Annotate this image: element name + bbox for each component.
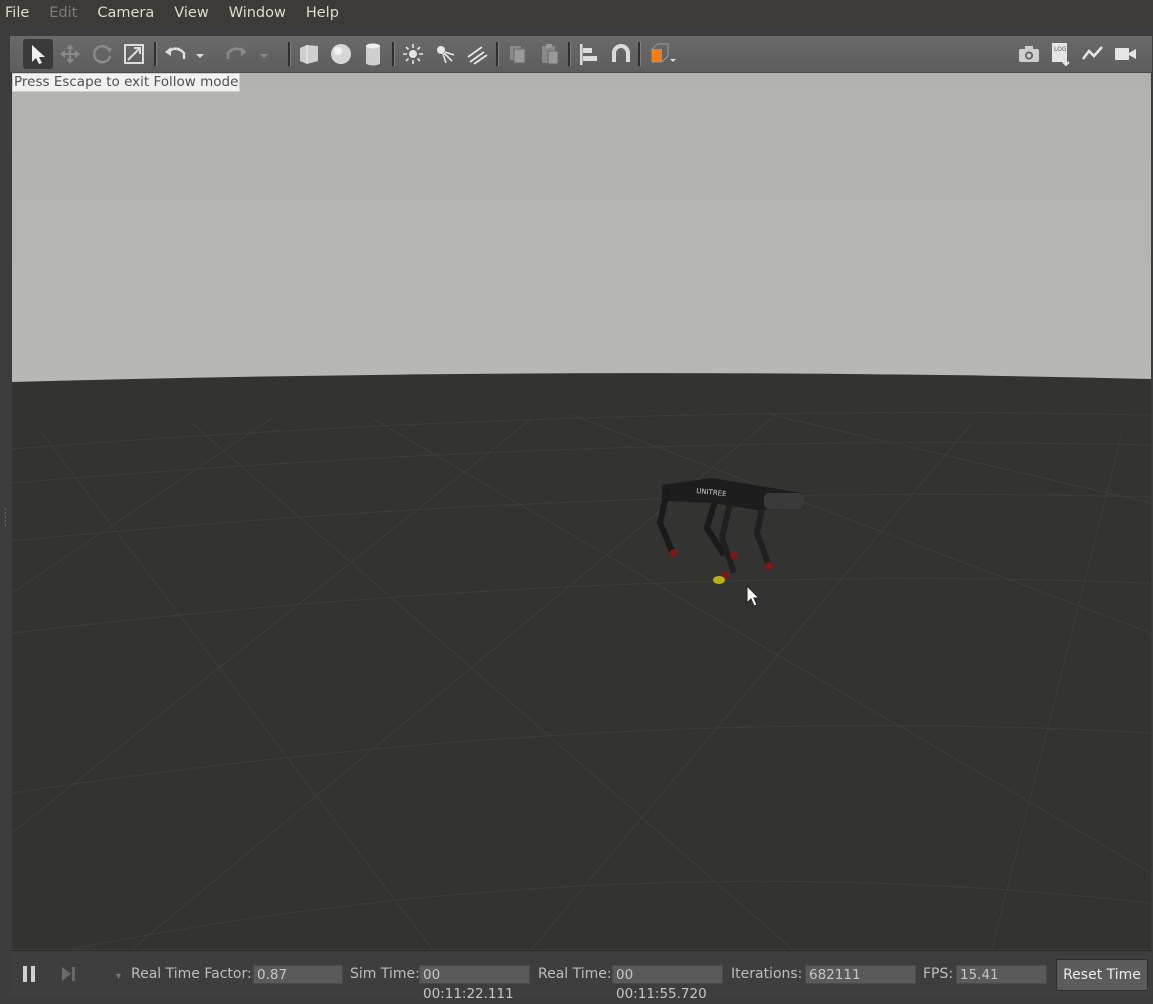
toolbar-separator: [154, 42, 157, 66]
point-light-icon[interactable]: [398, 39, 428, 69]
align-icon[interactable]: [574, 39, 604, 69]
snap-magnet-icon[interactable]: [606, 39, 636, 69]
scene-render: UNITREE: [12, 73, 1151, 949]
step-button[interactable]: [58, 964, 78, 984]
follow-mode-message: Press Escape to exit Follow mode: [12, 73, 241, 92]
sky: [12, 73, 1151, 383]
spot-light-icon[interactable]: [430, 39, 460, 69]
record-video-icon[interactable]: [1110, 39, 1140, 69]
scale-icon[interactable]: [119, 39, 149, 69]
scene-viewport[interactable]: UNITREE Press Escape to exit Follow mode: [12, 73, 1151, 949]
rotate-icon[interactable]: [87, 39, 117, 69]
box-shape-icon[interactable]: [294, 39, 324, 69]
copy-icon[interactable]: [502, 39, 532, 69]
view-angle-front-face: [652, 49, 662, 62]
paste-icon[interactable]: [534, 39, 564, 69]
menu-view[interactable]: View: [173, 5, 209, 21]
toolbar-separator: [568, 42, 571, 66]
real-time-field: 00 00:11:55.720: [612, 965, 723, 1002]
side-panel-handle[interactable]: · · · · ·: [4, 506, 8, 531]
directional-light-icon[interactable]: [462, 39, 492, 69]
menu-file[interactable]: File: [4, 5, 30, 21]
undo-icon[interactable]: [160, 39, 190, 69]
real-time-factor-field: 0.87: [253, 965, 343, 984]
pause-icon: [23, 966, 35, 982]
toolbar-separator: [638, 42, 641, 66]
sim-time-label: Sim Time:: [350, 966, 420, 982]
translate-icon[interactable]: [55, 39, 85, 69]
toolbar-separator: [496, 42, 499, 66]
screenshot-icon[interactable]: [1014, 39, 1044, 69]
fps-label: FPS:: [923, 966, 954, 982]
redo-dropdown-icon[interactable]: [256, 39, 272, 69]
toolbar-separator: [392, 42, 395, 66]
reset-time-button[interactable]: Reset Time: [1056, 959, 1148, 991]
ground-plane: [12, 373, 1151, 949]
iterations-label: Iterations:: [731, 966, 803, 982]
status-bar: ▾ Real Time Factor: 0.87 Sim Time: 00 00…: [10, 950, 1152, 1002]
real-time-label: Real Time:: [538, 966, 612, 982]
fps-field: 15.41: [956, 965, 1047, 984]
view-angle-icon[interactable]: [644, 39, 680, 69]
toolbar: LOG: [10, 36, 1152, 73]
log-icon[interactable]: LOG: [1046, 39, 1076, 69]
undo-dropdown-icon[interactable]: [192, 39, 208, 69]
sphere-shape-icon[interactable]: [326, 39, 356, 69]
sim-time-field: 00 00:11:22.111: [419, 965, 530, 1002]
menu-edit[interactable]: Edit: [48, 5, 78, 21]
real-time-factor-label: Real Time Factor:: [131, 966, 252, 982]
cylinder-shape-icon[interactable]: [358, 39, 388, 69]
pause-button[interactable]: [20, 964, 40, 984]
plot-icon[interactable]: [1078, 39, 1108, 69]
toolbar-separator: [288, 42, 291, 66]
step-size-dropdown-icon[interactable]: ▾: [116, 971, 121, 982]
select-arrow-icon[interactable]: [23, 39, 53, 69]
redo-icon[interactable]: [222, 39, 252, 69]
menu-help[interactable]: Help: [305, 5, 340, 21]
menu-camera[interactable]: Camera: [96, 5, 155, 21]
svg-text:LOG: LOG: [1054, 46, 1067, 53]
menu-bar: File Edit Camera View Window Help: [0, 0, 1153, 26]
menu-window[interactable]: Window: [228, 5, 287, 21]
iterations-field: 682111: [805, 965, 916, 984]
step-icon: [62, 967, 75, 981]
